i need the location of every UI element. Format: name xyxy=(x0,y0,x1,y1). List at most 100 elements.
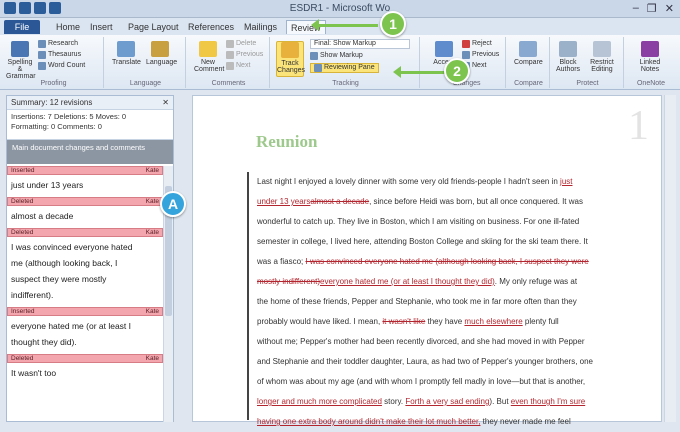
reject-button[interactable]: Reject xyxy=(462,39,492,49)
display-for-review-dropdown[interactable]: Final: Show Markup xyxy=(310,39,410,49)
document-line: mostly indifferent)everyone hated me (or… xyxy=(257,272,659,292)
revision-item[interactable]: Deleted Kate It wasn't too xyxy=(7,354,163,383)
body-text: plenty full xyxy=(522,317,559,326)
abc-check-icon xyxy=(11,41,29,57)
tab-file[interactable]: File xyxy=(4,20,40,34)
tab-home[interactable]: Home xyxy=(52,20,84,34)
maximize-button[interactable]: ❐ xyxy=(647,2,657,15)
previous-icon xyxy=(226,51,234,59)
title-bar: ESDR1 - Microsoft Wo – ❐ ✕ xyxy=(0,0,680,18)
inserted-text: just xyxy=(560,177,573,186)
delete-comment-button[interactable]: Delete xyxy=(226,39,256,49)
document-line: under 13 yearsalmost a decade, since bef… xyxy=(257,192,659,212)
deleted-text: I was convinced everyone hated me (altho… xyxy=(305,257,589,266)
document-line: longer and much more complicated story. … xyxy=(257,392,659,412)
track-changes-button[interactable]: Track Changes xyxy=(276,41,305,77)
word-count-button[interactable]: Word Count xyxy=(38,61,85,71)
revision-item[interactable]: Inserted Kate just under 13 years xyxy=(7,166,163,195)
reviewing-pane: Summary: 12 revisions ✕ Insertions: 7 De… xyxy=(6,95,174,422)
language-group: Translate Language Language xyxy=(106,37,186,88)
inserted-text: longer and much more complicated xyxy=(257,397,382,406)
restrict-editing-button[interactable]: Restrict Editing xyxy=(588,41,616,73)
body-text: probably would have liked. I mean, xyxy=(257,317,383,326)
document-line: wonderful to catch up. They live in Bost… xyxy=(257,212,659,232)
onenote-icon xyxy=(641,41,659,57)
close-button[interactable]: ✕ xyxy=(665,2,674,15)
document-line: having one extra body around didn't make… xyxy=(257,412,659,432)
page-number: 1 xyxy=(628,103,649,149)
spelling-button[interactable]: Spelling & Grammar xyxy=(6,41,36,80)
body-text: of whom was about my age (and with whom … xyxy=(257,377,586,386)
callout-step-2: 2 xyxy=(444,58,470,84)
document-line: without me; Pepper's mother had been rec… xyxy=(257,332,659,352)
deleted-text: almost a decade xyxy=(310,197,370,206)
new-comment-button[interactable]: New Comment xyxy=(194,41,224,73)
callout-arrow xyxy=(311,19,378,31)
lock-icon xyxy=(593,41,611,57)
body-text: , since before Heidi was born, but all o… xyxy=(369,197,583,206)
track-changes-icon xyxy=(281,42,299,58)
linked-notes-button[interactable]: Linked Notes xyxy=(636,41,664,73)
body-text: story. xyxy=(381,397,406,406)
reviewing-pane-button[interactable]: Reviewing Pane xyxy=(310,63,379,73)
onenote-group: Linked Notes OneNote xyxy=(626,37,676,88)
compare-icon xyxy=(519,41,537,57)
previous-comment-button[interactable]: Previous xyxy=(226,50,263,60)
block-authors-button[interactable]: Block Authors xyxy=(554,41,582,73)
protect-group: Block Authors Restrict Editing Protect xyxy=(552,37,624,88)
deleted-text: mostly indifferent) xyxy=(257,277,320,286)
block-authors-icon xyxy=(559,41,577,57)
revision-text[interactable]: I was convinced everyone hated me (altho… xyxy=(7,237,163,305)
tracking-group: Track Changes Final: Show Markup Show Ma… xyxy=(272,37,420,88)
document-line: semester in college, I lived here, atten… xyxy=(257,232,659,252)
document-line: probably would have liked. I mean, it wa… xyxy=(257,312,659,332)
ribbon: Spelling & Grammar Research Thesaurus Wo… xyxy=(0,35,680,90)
reviewing-pane-icon xyxy=(314,64,322,72)
accept-icon xyxy=(435,41,453,57)
tab-review[interactable]: Review xyxy=(286,20,326,34)
show-markup-button[interactable]: Show Markup xyxy=(310,51,363,61)
next-comment-button[interactable]: Next xyxy=(226,61,250,71)
inserted-text: much elsewhere xyxy=(464,317,523,326)
document-page[interactable]: 1 Reunion Last night I enjoyed a lovely … xyxy=(192,95,662,426)
document-scrollbar[interactable] xyxy=(664,95,676,422)
document-line: was a fiasco; I was convinced everyone h… xyxy=(257,252,659,272)
previous-change-button[interactable]: Previous xyxy=(462,50,499,60)
body-text: . My only refuge was at xyxy=(494,277,578,286)
document-body[interactable]: Last night I enjoyed a lovely dinner wit… xyxy=(257,172,659,432)
research-button[interactable]: Research xyxy=(38,39,78,49)
inserted-text: under 13 years xyxy=(257,197,311,206)
revision-item[interactable]: Inserted Kate everyone hated me (or at le… xyxy=(7,307,163,352)
body-text: Last night I enjoyed a lovely dinner wit… xyxy=(257,177,561,186)
minimize-button[interactable]: – xyxy=(633,2,639,15)
delete-icon xyxy=(226,40,234,48)
inserted-text: even though I'm sure xyxy=(510,397,586,406)
revision-summary-title: Summary: 12 revisions xyxy=(11,98,93,107)
revision-item[interactable]: Deleted Kate I was convinced everyone hat… xyxy=(7,228,163,305)
revision-text[interactable]: almost a decade xyxy=(7,206,163,226)
body-text: and Stephanie and their toddler daughter… xyxy=(257,357,593,366)
translate-button[interactable]: Translate xyxy=(112,41,141,66)
language-button[interactable]: Language xyxy=(146,41,177,66)
tab-insert[interactable]: Insert xyxy=(86,20,117,34)
tab-references[interactable]: References xyxy=(184,20,238,34)
thesaurus-button[interactable]: Thesaurus xyxy=(38,50,81,60)
revision-item[interactable]: Deleted Kate almost a decade xyxy=(7,197,163,226)
revision-text[interactable]: everyone hated me (or at least I thought… xyxy=(7,316,163,352)
tab-mailings[interactable]: Mailings xyxy=(240,20,281,34)
revision-text[interactable]: just under 13 years xyxy=(7,175,163,195)
tab-page-layout[interactable]: Page Layout xyxy=(124,20,183,34)
document-line: Last night I enjoyed a lovely dinner wit… xyxy=(257,172,659,192)
body-text: ). But xyxy=(489,397,511,406)
revision-text[interactable]: It wasn't too xyxy=(7,363,163,383)
compare-group: Compare Compare xyxy=(508,37,550,88)
proofing-group: Spelling & Grammar Research Thesaurus Wo… xyxy=(4,37,104,88)
inserted-text: Forth a very sad ending xyxy=(405,397,490,406)
window-title: ESDR1 - Microsoft Wo xyxy=(289,3,391,14)
pane-close-icon[interactable]: ✕ xyxy=(162,98,169,107)
reject-icon xyxy=(462,40,470,48)
callout-arrow xyxy=(393,66,446,78)
compare-button[interactable]: Compare xyxy=(514,41,543,66)
body-text: without me; Pepper's mother had been rec… xyxy=(257,337,585,346)
window-controls: – ❐ ✕ xyxy=(633,2,674,15)
